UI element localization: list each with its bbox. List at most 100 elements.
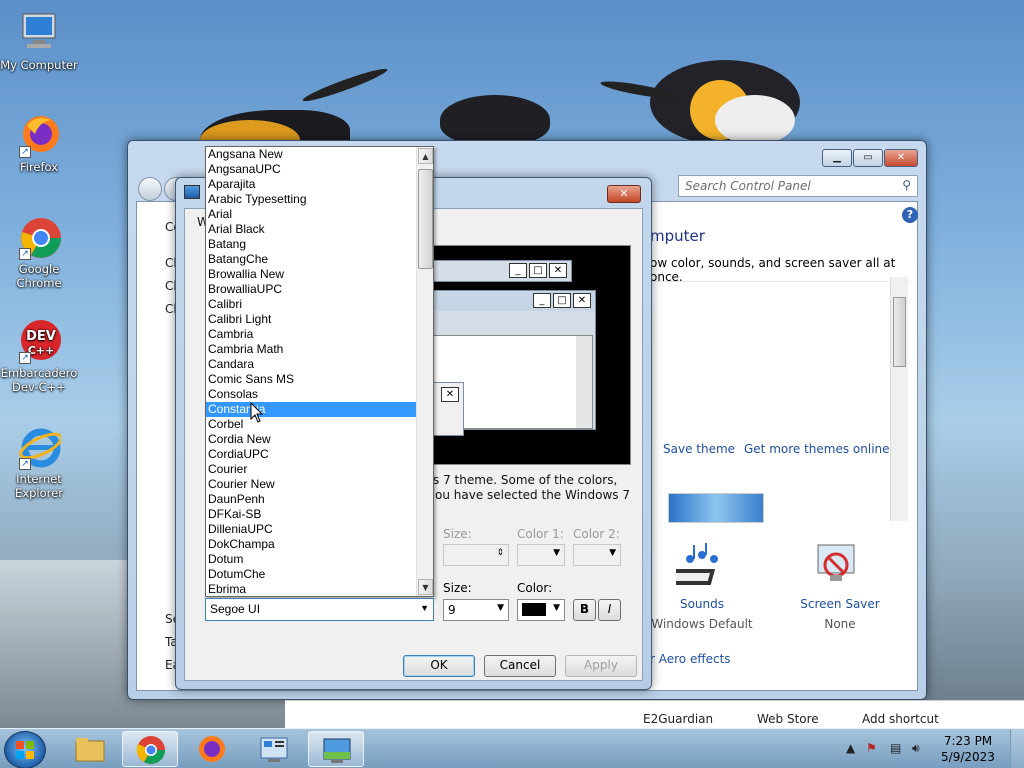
personalization-icon bbox=[323, 738, 351, 763]
minimize-button[interactable]: ▁ bbox=[822, 149, 852, 167]
bookmark-e2guardian[interactable]: E2Guardian bbox=[643, 712, 713, 726]
font-list-item[interactable]: Arial bbox=[206, 207, 417, 222]
bookmark-web-store[interactable]: Web Store bbox=[757, 712, 819, 726]
screen-saver-icon[interactable] bbox=[816, 543, 856, 587]
computer-icon bbox=[17, 10, 61, 54]
dialog-close-button[interactable]: ✕ bbox=[607, 185, 641, 203]
font-size-select[interactable]: 9 ▼ bbox=[443, 599, 509, 621]
scrollbar-thumb[interactable] bbox=[893, 297, 906, 367]
aero-effects-link[interactable]: r Aero effects bbox=[650, 652, 731, 666]
bookmark-add-shortcut[interactable]: Add shortcut bbox=[862, 712, 939, 726]
color1-picker: ▼ bbox=[517, 544, 565, 566]
color-swatch bbox=[522, 603, 546, 616]
desktop-icon-my-computer[interactable]: My Computer bbox=[0, 10, 78, 72]
font-list-item[interactable]: Cordia New bbox=[206, 432, 417, 447]
preview-close-icon: ✕ bbox=[549, 263, 567, 278]
preview-close-icon: ✕ bbox=[573, 293, 591, 308]
color1-label: Color 1: bbox=[517, 527, 564, 541]
font-list-item[interactable]: Calibri Light bbox=[206, 312, 417, 327]
show-desktop-button[interactable] bbox=[1010, 729, 1024, 768]
cancel-button[interactable]: Cancel bbox=[484, 655, 556, 677]
taskbar-firefox[interactable] bbox=[184, 731, 240, 767]
scrollbar-thumb[interactable] bbox=[418, 169, 433, 269]
font-list-item[interactable]: DokChampa bbox=[206, 537, 417, 552]
desktop-icon-dev-cpp[interactable]: DEV C++ ↗ Embarcadero Dev-C++ bbox=[0, 318, 78, 394]
font-list-item[interactable]: Aparajita bbox=[206, 177, 417, 192]
font-select[interactable]: Segoe UI ▼ bbox=[205, 598, 434, 621]
close-button[interactable]: ✕ bbox=[884, 149, 918, 167]
network-icon[interactable]: ▤ bbox=[890, 741, 901, 755]
font-list-item[interactable]: Ebrima bbox=[206, 582, 417, 596]
sounds-icon[interactable] bbox=[668, 543, 726, 593]
font-list-item[interactable]: DFKai-SB bbox=[206, 507, 417, 522]
scroll-up-icon[interactable]: ▲ bbox=[418, 148, 433, 164]
sounds-link[interactable]: Sounds bbox=[642, 597, 762, 611]
scroll-down-icon[interactable]: ▼ bbox=[418, 579, 433, 595]
taskbar-explorer[interactable] bbox=[62, 731, 118, 767]
font-list-item[interactable]: DotumChe bbox=[206, 567, 417, 582]
taskbar-clock[interactable]: 7:23 PM 5/9/2023 bbox=[938, 733, 998, 765]
font-list-item[interactable]: Browallia New bbox=[206, 267, 417, 282]
screen-saver-link[interactable]: Screen Saver bbox=[780, 597, 900, 611]
font-list-item[interactable]: BrowalliaUPC bbox=[206, 282, 417, 297]
item-size-spinner: ⇕ bbox=[443, 544, 509, 566]
font-list-item[interactable]: Courier New bbox=[206, 477, 417, 492]
font-list-item[interactable]: AngsanaUPC bbox=[206, 162, 417, 177]
desktop-icon-google-chrome[interactable]: ↗ Google Chrome bbox=[0, 214, 78, 290]
search-input[interactable]: Search Control Panel ⚲ bbox=[678, 175, 918, 197]
font-list-item[interactable]: DilleniaUPC bbox=[206, 522, 417, 537]
save-theme-link[interactable]: Save theme bbox=[663, 442, 735, 456]
clock-date: 5/9/2023 bbox=[941, 750, 995, 764]
theme-thumbnail[interactable] bbox=[668, 493, 764, 523]
volume-icon[interactable]: 🔊︎ bbox=[912, 741, 920, 756]
font-dropdown-list[interactable]: Angsana New AngsanaUPC Aparajita Arabic Typ… bbox=[205, 146, 434, 597]
taskbar-personalization[interactable] bbox=[308, 731, 364, 767]
apply-button[interactable]: Apply bbox=[565, 655, 637, 677]
back-button[interactable] bbox=[138, 177, 162, 201]
desktop-icon-internet-explorer[interactable]: ↗ Internet Explorer bbox=[0, 424, 78, 500]
italic-button[interactable]: I bbox=[598, 599, 621, 621]
taskbar-control-panel[interactable] bbox=[246, 731, 302, 767]
font-color-picker[interactable]: ▼ bbox=[517, 599, 565, 621]
font-list-scrollbar[interactable]: ▲ ▼ bbox=[416, 147, 433, 596]
desktop-icon-label: Google Chrome bbox=[16, 262, 62, 290]
font-list-item[interactable]: Batang bbox=[206, 237, 417, 252]
desktop-icon-label: My Computer bbox=[0, 58, 78, 72]
firefox-icon: ↗ bbox=[17, 112, 61, 158]
start-button[interactable] bbox=[4, 731, 46, 768]
font-list-item[interactable]: CordiaUPC bbox=[206, 447, 417, 462]
font-list-item[interactable]: Constantia bbox=[206, 402, 417, 417]
desktop-icon-label: Internet Explorer bbox=[15, 472, 63, 500]
desktop-icon-firefox[interactable]: ↗ Firefox bbox=[0, 112, 78, 174]
font-list-item[interactable]: BatangChe bbox=[206, 252, 417, 267]
font-list-item[interactable]: Comic Sans MS bbox=[206, 372, 417, 387]
font-list-item[interactable]: Corbel bbox=[206, 417, 417, 432]
shortcut-arrow-icon: ↗ bbox=[19, 248, 31, 260]
font-list-item[interactable]: Angsana New bbox=[206, 147, 417, 162]
font-list-item[interactable]: Cambria bbox=[206, 327, 417, 342]
font-list-item[interactable]: Courier bbox=[206, 462, 417, 477]
taskbar-chrome[interactable] bbox=[122, 731, 178, 767]
font-list-item[interactable]: Arabic Typesetting bbox=[206, 192, 417, 207]
get-more-themes-link[interactable]: Get more themes online bbox=[744, 442, 890, 456]
font-list-item[interactable]: Dotum bbox=[206, 552, 417, 567]
font-list-item[interactable]: Arial Black bbox=[206, 222, 417, 237]
ok-button[interactable]: OK bbox=[403, 655, 475, 677]
action-center-icon[interactable]: ⚑ bbox=[866, 741, 877, 755]
appearance-preview[interactable]: _ □ ✕ _ □ ✕ ✕ bbox=[416, 245, 631, 465]
font-list-item[interactable]: Consolas bbox=[206, 387, 417, 402]
shortcut-arrow-icon: ↗ bbox=[19, 146, 31, 158]
chrome-icon bbox=[136, 736, 165, 764]
maximize-button[interactable]: ▭ bbox=[853, 149, 883, 167]
themes-scrollbar[interactable] bbox=[890, 277, 908, 521]
font-select-value: Segoe UI bbox=[210, 602, 261, 616]
font-list-item[interactable]: Cambria Math bbox=[206, 342, 417, 357]
font-list-item[interactable]: DaunPenh bbox=[206, 492, 417, 507]
chevron-down-icon: ▼ bbox=[553, 548, 560, 558]
font-list-item[interactable]: Candara bbox=[206, 357, 417, 372]
bold-button[interactable]: B bbox=[573, 599, 596, 621]
help-icon[interactable]: ? bbox=[902, 207, 918, 223]
show-hidden-icons-icon[interactable]: ▲ bbox=[846, 741, 855, 755]
taskbar: ▲ ⚑ ▤ 🔊︎ 7:23 PM 5/9/2023 bbox=[0, 728, 1024, 768]
font-list-item[interactable]: Calibri bbox=[206, 297, 417, 312]
